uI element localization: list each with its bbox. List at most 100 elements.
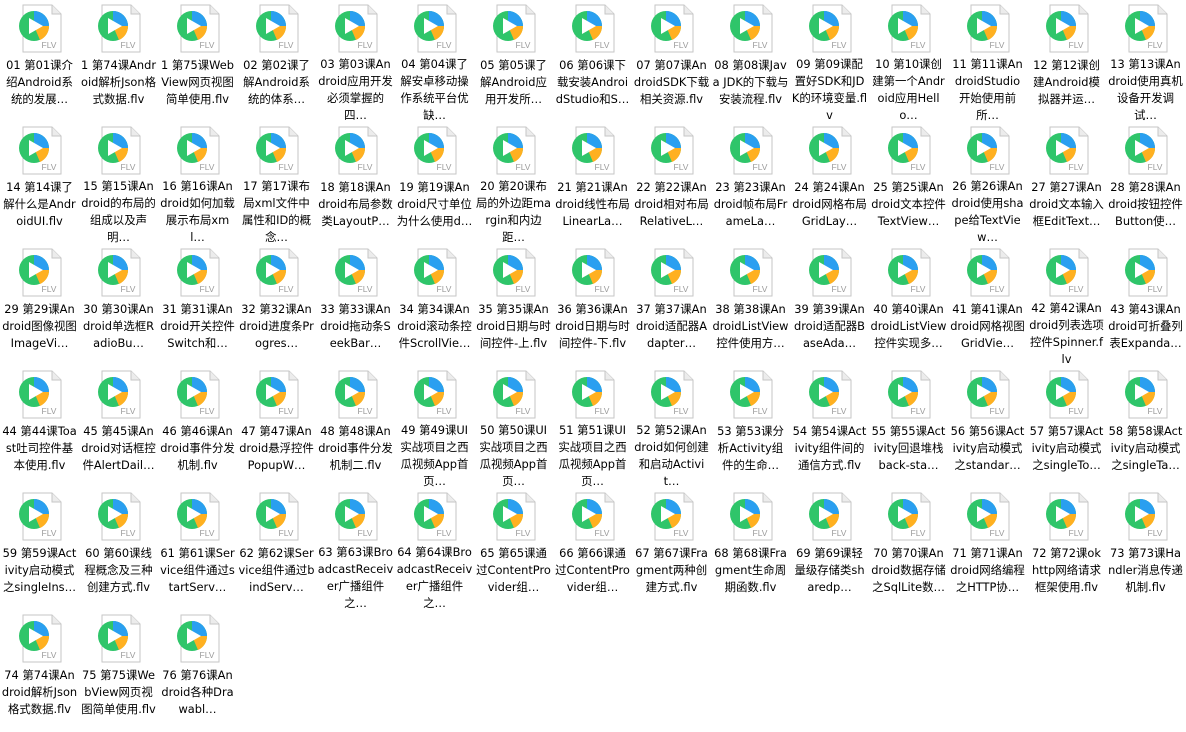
flv-file-item[interactable]: FLV 34 第34课Android滚动条控件ScrollVie… bbox=[395, 244, 474, 366]
flv-file-item[interactable]: FLV 11 第11课AndroidStudio开始使用前所… bbox=[948, 0, 1027, 122]
svg-text:FLV: FLV bbox=[357, 284, 372, 294]
file-name-label: 55 第55课Activity回退堆栈back-sta… bbox=[871, 424, 946, 472]
flv-file-item[interactable]: FLV 04 第04课了解安卓移动操作系统平台优缺… bbox=[395, 0, 474, 122]
svg-text:FLV: FLV bbox=[41, 406, 56, 416]
flv-file-item[interactable]: FLV 09 第09课配置好SDK和JDK的环境变量.flv bbox=[790, 0, 869, 122]
flv-file-item[interactable]: FLV 39 第39课Android适配器BaseAda… bbox=[790, 244, 869, 366]
flv-file-item[interactable]: FLV 20 第20课布局的外边距margin和内边距… bbox=[474, 122, 553, 244]
flv-file-item[interactable]: FLV 14 第14课了解什么是AndroidUI.flv bbox=[0, 122, 79, 244]
flv-file-item[interactable]: FLV 67 第67课Fragment两种创建方式.flv bbox=[632, 488, 711, 610]
flv-file-item[interactable]: FLV 22 第22课Android相对布局RelativeL… bbox=[632, 122, 711, 244]
flv-file-item[interactable]: FLV 64 第64课BroadcastReceiver广播组件之… bbox=[395, 488, 474, 610]
file-name-label: 20 第20课布局的外边距margin和内边距… bbox=[475, 178, 552, 244]
svg-text:FLV: FLV bbox=[594, 284, 609, 294]
flv-file-item[interactable]: FLV 31 第31课Android开关控件Switch和… bbox=[158, 244, 237, 366]
flv-file-item[interactable]: FLV 57 第57课Activity启动模式之singleTo… bbox=[1027, 366, 1106, 488]
svg-text:FLV: FLV bbox=[357, 528, 372, 538]
flv-file-item[interactable]: FLV 38 第38课AndroidListView控件使用方… bbox=[711, 244, 790, 366]
file-name-label: 73 第73课Handler消息传递机制.flv bbox=[1108, 546, 1183, 594]
flv-file-item[interactable]: FLV 08 第08课Java JDK的下载与安装流程.flv bbox=[711, 0, 790, 122]
flv-file-item[interactable]: FLV 10 第10课创建第一个Android应用Hello… bbox=[869, 0, 948, 122]
flv-file-item[interactable]: FLV 12 第12课创建Android模拟器并运… bbox=[1027, 0, 1106, 122]
flv-file-item[interactable]: FLV 28 第28课Android按钮控件Button使… bbox=[1106, 122, 1185, 244]
flv-file-item[interactable]: FLV 01 第01课介绍Android系统的发展… bbox=[0, 0, 79, 122]
flv-file-item[interactable]: FLV 24 第24课Android网格布局GridLay… bbox=[790, 122, 869, 244]
svg-text:FLV: FLV bbox=[436, 284, 451, 294]
flv-file-item[interactable]: FLV 55 第55课Activity回退堆栈back-sta… bbox=[869, 366, 948, 488]
flv-file-item[interactable]: FLV 58 第58课Activity启动模式之singleTa… bbox=[1106, 366, 1185, 488]
flv-video-file-icon: FLV bbox=[567, 370, 619, 419]
flv-file-item[interactable]: FLV 1 第75课WebView网页视图简单使用.flv bbox=[158, 0, 237, 122]
flv-file-item[interactable]: FLV 61 第61课Service组件通过startServ… bbox=[158, 488, 237, 610]
flv-file-item[interactable]: FLV 54 第54课Activity组件间的通信方式.flv bbox=[790, 366, 869, 488]
flv-video-file-icon: FLV bbox=[646, 4, 698, 54]
flv-file-item[interactable]: FLV 06 第06课下载安装AndroidStudio和S… bbox=[553, 0, 632, 122]
flv-file-item[interactable]: FLV 75 第75课WebView网页视图简单使用.flv bbox=[79, 610, 158, 732]
flv-file-item[interactable]: FLV 30 第30课Android单选框RadioBu… bbox=[79, 244, 158, 366]
flv-file-item[interactable]: FLV 32 第32课Android进度条Progres… bbox=[237, 244, 316, 366]
flv-file-item[interactable]: FLV 29 第29课Android图像视图ImageVi… bbox=[0, 244, 79, 366]
flv-file-item[interactable]: FLV 33 第33课Android拖动条SeekBar… bbox=[316, 244, 395, 366]
flv-file-item[interactable]: FLV 36 第36课Android日期与时间控件-下.flv bbox=[553, 244, 632, 366]
flv-file-item[interactable]: FLV 35 第35课Android日期与时间控件-上.flv bbox=[474, 244, 553, 366]
file-name-label: 54 第54课Activity组件间的通信方式.flv bbox=[792, 424, 867, 472]
svg-text:FLV: FLV bbox=[357, 406, 372, 416]
flv-file-item[interactable]: FLV 16 第16课Android如何加载展示布局xml… bbox=[158, 122, 237, 244]
flv-file-item[interactable]: FLV 66 第66课通过ContentProvider组… bbox=[553, 488, 632, 610]
flv-file-item[interactable]: FLV 15 第15课Android的布局的组成以及声明… bbox=[79, 122, 158, 244]
flv-file-item[interactable]: FLV 21 第21课Android线性布局LinearLa… bbox=[553, 122, 632, 244]
flv-video-file-icon: FLV bbox=[567, 248, 619, 298]
flv-file-item[interactable]: FLV 74 第74课Android解析Json格式数据.flv bbox=[0, 610, 79, 732]
flv-file-item[interactable]: FLV 73 第73课Handler消息传递机制.flv bbox=[1106, 488, 1185, 610]
flv-file-item[interactable]: FLV 42 第42课Android列表选项控件Spinner.flv bbox=[1027, 244, 1106, 366]
flv-file-item[interactable]: FLV 49 第49课UI实战项目之西瓜视频App首页… bbox=[395, 366, 474, 488]
flv-file-item[interactable]: FLV 53 第53课分析Activity组件的生命… bbox=[711, 366, 790, 488]
flv-file-item[interactable]: FLV 68 第68课Fragment生命周期函数.flv bbox=[711, 488, 790, 610]
flv-video-file-icon: FLV bbox=[409, 492, 461, 541]
flv-file-item[interactable]: FLV 02 第02课了解Android系统的体系… bbox=[237, 0, 316, 122]
flv-file-item[interactable]: FLV 60 第60课线程概念及三种创建方式.flv bbox=[79, 488, 158, 610]
flv-file-item[interactable]: FLV 59 第59课Activity启动模式之singleIns… bbox=[0, 488, 79, 610]
flv-file-item[interactable]: FLV 18 第18课Android布局参数类LayoutP… bbox=[316, 122, 395, 244]
flv-file-item[interactable]: FLV 56 第56课Activity启动模式之standar… bbox=[948, 366, 1027, 488]
flv-file-item[interactable]: FLV 47 第47课Android悬浮控件PopupW… bbox=[237, 366, 316, 488]
flv-file-item[interactable]: FLV 40 第40课AndroidListView控件实现多… bbox=[869, 244, 948, 366]
flv-file-item[interactable]: FLV 44 第44课Toast吐司控件基本使用.flv bbox=[0, 366, 79, 488]
flv-file-item[interactable]: FLV 50 第50课UI实战项目之西瓜视频App首页… bbox=[474, 366, 553, 488]
flv-file-item[interactable]: FLV 17 第17课布局xml文件中属性和ID的概念… bbox=[237, 122, 316, 244]
flv-file-item[interactable]: FLV 03 第03课Android应用开发必须掌握的四… bbox=[316, 0, 395, 122]
flv-file-item[interactable]: FLV 45 第45课Android对话框控件AlertDail… bbox=[79, 366, 158, 488]
flv-file-item[interactable]: FLV 27 第27课Android文本输入框EditText… bbox=[1027, 122, 1106, 244]
flv-file-item[interactable]: FLV 19 第19课Android尺寸单位为什么使用d… bbox=[395, 122, 474, 244]
flv-file-item[interactable]: FLV 43 第43课Android可折叠列表Expanda… bbox=[1106, 244, 1185, 366]
flv-file-item[interactable]: FLV 07 第07课AndroidSDK下载相关资源.flv bbox=[632, 0, 711, 122]
flv-file-item[interactable]: FLV 48 第48课Android事件分发机制二.flv bbox=[316, 366, 395, 488]
flv-file-item[interactable]: FLV 72 第72课okhttp网络请求框架使用.flv bbox=[1027, 488, 1106, 610]
flv-file-item[interactable]: FLV 69 第69课轻量级存储类sharedp… bbox=[790, 488, 869, 610]
flv-file-item[interactable]: FLV 25 第25课Android文本控件TextView… bbox=[869, 122, 948, 244]
file-name-label: 61 第61课Service组件通过startServ… bbox=[160, 546, 235, 594]
flv-file-item[interactable]: FLV 46 第46课Android事件分发机制.flv bbox=[158, 366, 237, 488]
svg-text:FLV: FLV bbox=[910, 284, 925, 294]
flv-file-item[interactable]: FLV 63 第63课BroadcastReceiver广播组件之… bbox=[316, 488, 395, 610]
file-name-label: 76 第76课Android各种Drawabl… bbox=[161, 668, 234, 716]
flv-file-item[interactable]: FLV 71 第71课Android网络编程之HTTP协… bbox=[948, 488, 1027, 610]
flv-file-item[interactable]: FLV 37 第37课Android适配器Adapter… bbox=[632, 244, 711, 366]
file-name-label: 44 第44课Toast吐司控件基本使用.flv bbox=[2, 424, 77, 472]
flv-file-item[interactable]: FLV 52 第52课Android如何创建和启动Activit… bbox=[632, 366, 711, 488]
flv-file-item[interactable]: FLV 1 第74课Android解析Json格式数据.flv bbox=[79, 0, 158, 122]
flv-file-item[interactable]: FLV 62 第62课Service组件通过bindServ… bbox=[237, 488, 316, 610]
flv-video-file-icon: FLV bbox=[14, 126, 66, 176]
flv-file-item[interactable]: FLV 76 第76课Android各种Drawabl… bbox=[158, 610, 237, 732]
flv-file-item[interactable]: FLV 26 第26课Android使用shape给TextView… bbox=[948, 122, 1027, 244]
flv-file-item[interactable]: FLV 05 第05课了解Android应用开发所… bbox=[474, 0, 553, 122]
file-name-label: 52 第52课Android如何创建和启动Activit… bbox=[634, 422, 709, 488]
flv-file-item[interactable]: FLV 23 第23课Android帧布局FrameLa… bbox=[711, 122, 790, 244]
flv-file-item[interactable]: FLV 13 第13课Android使用真机设备开发调试… bbox=[1106, 0, 1185, 122]
svg-text:FLV: FLV bbox=[831, 40, 846, 50]
flv-file-item[interactable]: FLV 70 第70课Android数据存储之SqlLite数… bbox=[869, 488, 948, 610]
flv-file-item[interactable]: FLV 41 第41课Android网格视图GridVie… bbox=[948, 244, 1027, 366]
flv-video-file-icon: FLV bbox=[172, 370, 224, 420]
flv-file-item[interactable]: FLV 51 第51课UI实战项目之西瓜视频App首页… bbox=[553, 366, 632, 488]
flv-file-item[interactable]: FLV 65 第65课通过ContentProvider组… bbox=[474, 488, 553, 610]
